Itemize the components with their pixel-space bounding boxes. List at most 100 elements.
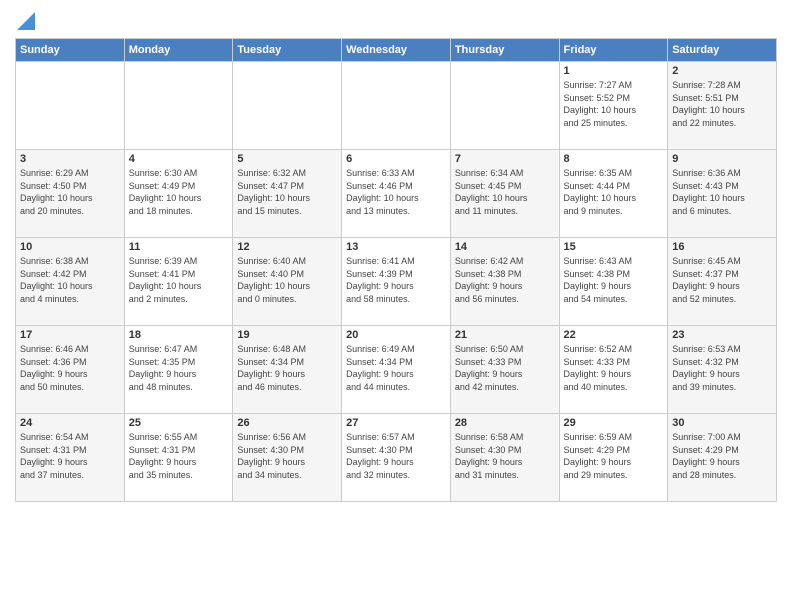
weekday-header: Wednesday <box>342 39 451 62</box>
weekday-header: Monday <box>124 39 233 62</box>
calendar-cell <box>16 62 125 150</box>
calendar-header-row: SundayMondayTuesdayWednesdayThursdayFrid… <box>16 39 777 62</box>
day-info: Sunrise: 7:27 AM Sunset: 5:52 PM Dayligh… <box>564 79 664 129</box>
day-info: Sunrise: 6:36 AM Sunset: 4:43 PM Dayligh… <box>672 167 772 217</box>
day-number: 5 <box>237 153 337 165</box>
day-info: Sunrise: 6:54 AM Sunset: 4:31 PM Dayligh… <box>20 431 120 481</box>
calendar-cell: 15 Sunrise: 6:43 AM Sunset: 4:38 PM Dayli… <box>559 238 668 326</box>
day-number: 29 <box>564 417 664 429</box>
calendar-cell: 20 Sunrise: 6:49 AM Sunset: 4:34 PM Dayli… <box>342 326 451 414</box>
day-info: Sunrise: 6:45 AM Sunset: 4:37 PM Dayligh… <box>672 255 772 305</box>
day-number: 10 <box>20 241 120 253</box>
day-number: 28 <box>455 417 555 429</box>
day-number: 1 <box>564 65 664 77</box>
day-info: Sunrise: 6:42 AM Sunset: 4:38 PM Dayligh… <box>455 255 555 305</box>
day-number: 11 <box>129 241 229 253</box>
day-info: Sunrise: 6:39 AM Sunset: 4:41 PM Dayligh… <box>129 255 229 305</box>
calendar-cell: 13 Sunrise: 6:41 AM Sunset: 4:39 PM Dayli… <box>342 238 451 326</box>
calendar-week-row: 24 Sunrise: 6:54 AM Sunset: 4:31 PM Dayli… <box>16 414 777 502</box>
day-info: Sunrise: 6:49 AM Sunset: 4:34 PM Dayligh… <box>346 343 446 393</box>
day-info: Sunrise: 6:35 AM Sunset: 4:44 PM Dayligh… <box>564 167 664 217</box>
day-number: 27 <box>346 417 446 429</box>
calendar-cell: 24 Sunrise: 6:54 AM Sunset: 4:31 PM Dayli… <box>16 414 125 502</box>
day-info: Sunrise: 6:50 AM Sunset: 4:33 PM Dayligh… <box>455 343 555 393</box>
calendar-cell: 9 Sunrise: 6:36 AM Sunset: 4:43 PM Daylig… <box>668 150 777 238</box>
day-number: 30 <box>672 417 772 429</box>
day-info: Sunrise: 6:41 AM Sunset: 4:39 PM Dayligh… <box>346 255 446 305</box>
page-container: SundayMondayTuesdayWednesdayThursdayFrid… <box>0 0 792 507</box>
day-info: Sunrise: 6:52 AM Sunset: 4:33 PM Dayligh… <box>564 343 664 393</box>
calendar-cell: 27 Sunrise: 6:57 AM Sunset: 4:30 PM Dayli… <box>342 414 451 502</box>
calendar-cell: 2Sunrise: 7:28 AM Sunset: 5:51 PM Daylig… <box>668 62 777 150</box>
calendar-week-row: 10 Sunrise: 6:38 AM Sunset: 4:42 PM Dayli… <box>16 238 777 326</box>
day-number: 17 <box>20 329 120 341</box>
day-number: 3 <box>20 153 120 165</box>
day-number: 16 <box>672 241 772 253</box>
header <box>15 10 777 30</box>
calendar-cell: 10 Sunrise: 6:38 AM Sunset: 4:42 PM Dayli… <box>16 238 125 326</box>
day-info: Sunrise: 6:53 AM Sunset: 4:32 PM Dayligh… <box>672 343 772 393</box>
day-info: Sunrise: 6:48 AM Sunset: 4:34 PM Dayligh… <box>237 343 337 393</box>
day-number: 6 <box>346 153 446 165</box>
day-info: Sunrise: 6:40 AM Sunset: 4:40 PM Dayligh… <box>237 255 337 305</box>
calendar-week-row: 1 Sunrise: 7:27 AM Sunset: 5:52 PM Daylig… <box>16 62 777 150</box>
calendar-cell: 7 Sunrise: 6:34 AM Sunset: 4:45 PM Daylig… <box>450 150 559 238</box>
day-info: Sunrise: 6:30 AM Sunset: 4:49 PM Dayligh… <box>129 167 229 217</box>
calendar-cell: 1 Sunrise: 7:27 AM Sunset: 5:52 PM Daylig… <box>559 62 668 150</box>
day-info: Sunrise: 6:43 AM Sunset: 4:38 PM Dayligh… <box>564 255 664 305</box>
day-info: Sunrise: 6:32 AM Sunset: 4:47 PM Dayligh… <box>237 167 337 217</box>
weekday-header: Tuesday <box>233 39 342 62</box>
logo <box>15 14 35 30</box>
day-info: Sunrise: 6:34 AM Sunset: 4:45 PM Dayligh… <box>455 167 555 217</box>
calendar-cell: 21 Sunrise: 6:50 AM Sunset: 4:33 PM Dayli… <box>450 326 559 414</box>
day-number: 4 <box>129 153 229 165</box>
day-number: 15 <box>564 241 664 253</box>
calendar-cell: 28 Sunrise: 6:58 AM Sunset: 4:30 PM Dayli… <box>450 414 559 502</box>
calendar-cell: 16 Sunrise: 6:45 AM Sunset: 4:37 PM Dayli… <box>668 238 777 326</box>
calendar-cell: 5 Sunrise: 6:32 AM Sunset: 4:47 PM Daylig… <box>233 150 342 238</box>
calendar-cell: 26 Sunrise: 6:56 AM Sunset: 4:30 PM Dayli… <box>233 414 342 502</box>
day-info: Sunrise: 6:38 AM Sunset: 4:42 PM Dayligh… <box>20 255 120 305</box>
calendar-cell: 12Sunrise: 6:40 AM Sunset: 4:40 PM Dayli… <box>233 238 342 326</box>
day-info: Sunrise: 6:59 AM Sunset: 4:29 PM Dayligh… <box>564 431 664 481</box>
day-number: 13 <box>346 241 446 253</box>
calendar-cell: 30 Sunrise: 7:00 AM Sunset: 4:29 PM Dayli… <box>668 414 777 502</box>
day-number: 9 <box>672 153 772 165</box>
day-number: 14 <box>455 241 555 253</box>
day-info: Sunrise: 6:29 AM Sunset: 4:50 PM Dayligh… <box>20 167 120 217</box>
calendar-cell: 19 Sunrise: 6:48 AM Sunset: 4:34 PM Dayli… <box>233 326 342 414</box>
day-number: 21 <box>455 329 555 341</box>
day-info: Sunrise: 6:55 AM Sunset: 4:31 PM Dayligh… <box>129 431 229 481</box>
day-number: 20 <box>346 329 446 341</box>
day-info: Sunrise: 6:33 AM Sunset: 4:46 PM Dayligh… <box>346 167 446 217</box>
weekday-header: Friday <box>559 39 668 62</box>
calendar-cell: 18Sunrise: 6:47 AM Sunset: 4:35 PM Dayli… <box>124 326 233 414</box>
day-info: Sunrise: 6:58 AM Sunset: 4:30 PM Dayligh… <box>455 431 555 481</box>
calendar-cell: 17 Sunrise: 6:46 AM Sunset: 4:36 PM Dayli… <box>16 326 125 414</box>
day-number: 8 <box>564 153 664 165</box>
weekday-header: Saturday <box>668 39 777 62</box>
calendar-cell: 6 Sunrise: 6:33 AM Sunset: 4:46 PM Daylig… <box>342 150 451 238</box>
calendar-cell: 8 Sunrise: 6:35 AM Sunset: 4:44 PM Daylig… <box>559 150 668 238</box>
day-number: 19 <box>237 329 337 341</box>
day-number: 24 <box>20 417 120 429</box>
calendar-cell: 14 Sunrise: 6:42 AM Sunset: 4:38 PM Dayli… <box>450 238 559 326</box>
day-number: 26 <box>237 417 337 429</box>
calendar-cell <box>450 62 559 150</box>
calendar-cell <box>124 62 233 150</box>
day-number: 25 <box>129 417 229 429</box>
calendar-cell: 3 Sunrise: 6:29 AM Sunset: 4:50 PM Daylig… <box>16 150 125 238</box>
calendar-cell: 22 Sunrise: 6:52 AM Sunset: 4:33 PM Dayli… <box>559 326 668 414</box>
day-info: Sunrise: 6:46 AM Sunset: 4:36 PM Dayligh… <box>20 343 120 393</box>
calendar-cell: 4 Sunrise: 6:30 AM Sunset: 4:49 PM Daylig… <box>124 150 233 238</box>
day-info: Sunrise: 6:57 AM Sunset: 4:30 PM Dayligh… <box>346 431 446 481</box>
calendar-cell: 11 Sunrise: 6:39 AM Sunset: 4:41 PM Dayli… <box>124 238 233 326</box>
day-info: Sunrise: 6:56 AM Sunset: 4:30 PM Dayligh… <box>237 431 337 481</box>
day-number: 18 <box>129 329 229 341</box>
day-number: 7 <box>455 153 555 165</box>
day-info: Sunrise: 7:00 AM Sunset: 4:29 PM Dayligh… <box>672 431 772 481</box>
day-number: 22 <box>564 329 664 341</box>
calendar-table: SundayMondayTuesdayWednesdayThursdayFrid… <box>15 38 777 502</box>
calendar-cell <box>233 62 342 150</box>
weekday-header: Sunday <box>16 39 125 62</box>
